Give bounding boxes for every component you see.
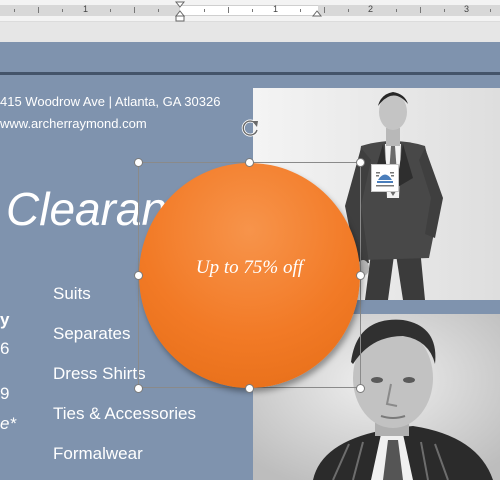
ruler-tick — [252, 9, 253, 12]
ruler-tick — [14, 9, 15, 12]
ruler-margin-left — [0, 5, 180, 16]
right-indent-icon[interactable] — [311, 8, 323, 18]
ruler-tick — [396, 9, 397, 12]
address-text: 415 Woodrow Ave | Atlanta, GA 30326 — [0, 94, 221, 109]
ruler-tick — [490, 9, 491, 12]
horizontal-ruler[interactable]: 1 1 2 3 — [0, 0, 500, 22]
first-line-indent-icon[interactable] — [174, 0, 186, 22]
ruler-tick — [158, 9, 159, 12]
ruler-margin-right — [318, 5, 500, 16]
category-item: Ties & Accessories — [53, 404, 196, 423]
ruler-number: 1 — [83, 4, 89, 14]
layout-options-button[interactable] — [371, 164, 399, 192]
category-item: Formalwear — [53, 444, 143, 463]
left-fragment-y: y — [0, 310, 10, 329]
resize-handle-top[interactable] — [245, 158, 254, 167]
ruler-tick — [204, 9, 205, 12]
ruler-tick — [38, 7, 39, 13]
resize-handle-top-left[interactable] — [134, 158, 143, 167]
ruler-tick — [348, 9, 349, 12]
ruler-tick — [228, 7, 229, 13]
layout-options-icon — [376, 172, 394, 187]
ruler-tick — [324, 7, 325, 13]
ruler-tick — [444, 9, 445, 12]
left-fragment-e: e* — [0, 414, 17, 433]
rotate-handle-icon[interactable] — [241, 118, 261, 138]
promo-text[interactable]: Up to 75% off — [139, 257, 360, 279]
left-fragment-9: 9 — [0, 384, 10, 403]
website-text: www.archerraymond.com — [0, 116, 147, 131]
ruler-number: 2 — [368, 4, 374, 14]
header-rule — [0, 72, 500, 75]
resize-handle-left[interactable] — [134, 271, 143, 280]
ruler-number: 3 — [464, 4, 470, 14]
resize-handle-right[interactable] — [356, 271, 365, 280]
promo-circle-shape[interactable]: Up to 75% off — [139, 163, 360, 388]
ruler-tick — [300, 9, 301, 12]
left-fragment-6: 6 — [0, 339, 10, 358]
ruler-tick — [110, 9, 111, 12]
resize-handle-bottom-left[interactable] — [134, 384, 143, 393]
ruler-tick — [62, 9, 63, 12]
resize-handle-top-right[interactable] — [356, 158, 365, 167]
ruler-tick — [420, 7, 421, 13]
ruler-number: 1 — [273, 4, 279, 14]
workspace-gap — [0, 22, 500, 42]
resize-handle-bottom-right[interactable] — [356, 384, 365, 393]
ruler-tick — [134, 7, 135, 13]
resize-handle-bottom[interactable] — [245, 384, 254, 393]
